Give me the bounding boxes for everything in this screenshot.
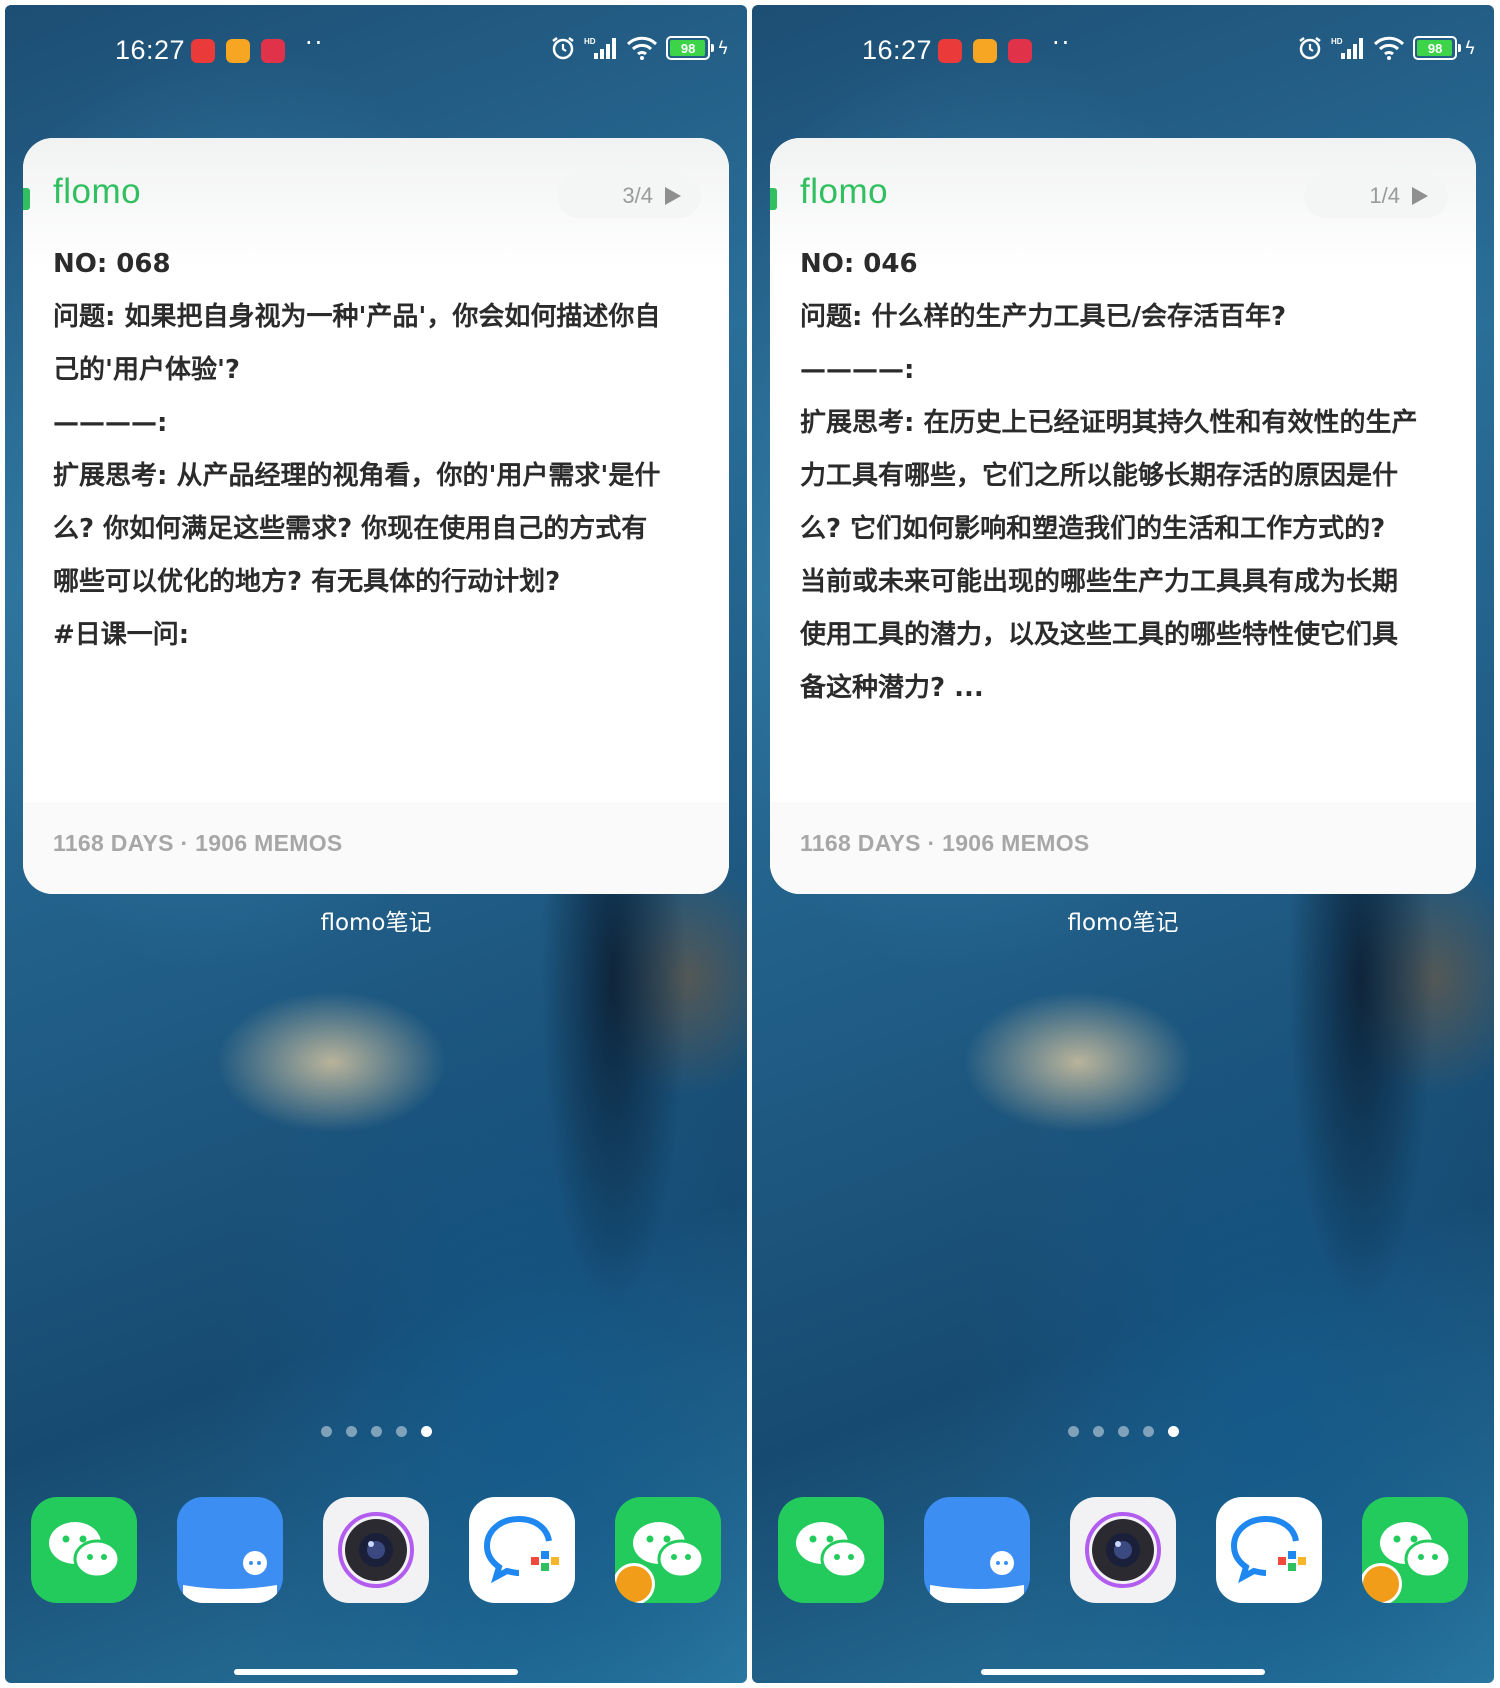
- page-dot[interactable]: [370, 1426, 382, 1437]
- feishu-icon[interactable]: [924, 1497, 1030, 1603]
- memo-line: ————:: [53, 408, 168, 438]
- wechat-icon[interactable]: [31, 1497, 137, 1603]
- memo-line: 扩展思考: 从产品经理的视角看，你的'用户需求'是什: [53, 461, 661, 491]
- pager-count: 1/4: [1369, 183, 1400, 208]
- page-dot[interactable]: [345, 1426, 357, 1437]
- app-notification-icon: [261, 39, 285, 63]
- page-indicator: [752, 1426, 1494, 1437]
- memo-line: 问题: 什么样的生产力工具已/会存活百年?: [800, 302, 1287, 332]
- memo-content: NO: 068 问题: 如果把自身视为一种'产品'，你会如何描述你自 己的'用户…: [53, 238, 689, 662]
- flomo-widget[interactable]: flomo 3/4 NO: 068 问题: 如果把自身视为一种'产品'，你会如何…: [23, 138, 729, 894]
- memo-line: NO: 046: [800, 249, 918, 279]
- page-dot[interactable]: [1092, 1426, 1104, 1437]
- flomo-widget[interactable]: flomo 1/4 NO: 046 问题: 什么样的生产力工具已/会存活百年? …: [770, 138, 1476, 894]
- widget-brand: flomo: [800, 172, 889, 211]
- widget-brand: flomo: [53, 172, 142, 211]
- play-next-icon: [665, 187, 681, 205]
- memo-line: ————:: [800, 355, 915, 385]
- svg-text:HD: HD: [1331, 37, 1343, 46]
- more-notifications-icon: ··: [305, 29, 325, 57]
- notes-notification-icon: [226, 39, 250, 63]
- page-dot[interactable]: [1117, 1426, 1129, 1437]
- page-indicator: [5, 1426, 747, 1437]
- app-dock: [31, 1497, 721, 1603]
- page-dot-active[interactable]: [1167, 1426, 1179, 1437]
- messenger-icon[interactable]: [1216, 1497, 1322, 1603]
- battery-icon: 98 ϟ: [666, 36, 729, 60]
- wechat-clone-icon[interactable]: [1362, 1497, 1468, 1603]
- camera-icon[interactable]: [323, 1497, 429, 1603]
- memo-line: 扩展思考: 在历史上已经证明其持久性和有效性的生产: [800, 408, 1418, 438]
- widget-label: flomo笔记: [320, 910, 432, 936]
- memo-line: 么? 你如何满足这些需求? 你现在使用自己的方式有: [53, 514, 648, 544]
- widget-pager-button[interactable]: 3/4: [557, 174, 701, 218]
- widget-footer: 1168 DAYS · 1906 MEMOS: [23, 802, 729, 894]
- svg-text:HD: HD: [584, 37, 596, 46]
- memo-line: 么? 它们如何影响和塑造我们的生活和工作方式的?: [800, 514, 1386, 544]
- clone-badge-icon: [1362, 1563, 1402, 1603]
- feishu-icon[interactable]: [177, 1497, 283, 1603]
- wechat-clone-icon[interactable]: [615, 1497, 721, 1603]
- messenger-icon[interactable]: [469, 1497, 575, 1603]
- play-next-icon: [1412, 187, 1428, 205]
- widget-stats: 1168 DAYS · 1906 MEMOS: [800, 830, 1090, 856]
- wechat-icon[interactable]: [778, 1497, 884, 1603]
- page-dot[interactable]: [1142, 1426, 1154, 1437]
- battery-level: 98: [680, 40, 696, 56]
- status-time: 16:27: [115, 35, 186, 65]
- status-time: 16:27: [862, 35, 933, 65]
- memo-line: 备这种潜力? ...: [800, 673, 984, 703]
- signal-icon: HD: [1331, 35, 1365, 61]
- page-dot[interactable]: [395, 1426, 407, 1437]
- memo-line: #日课一问:: [53, 620, 190, 650]
- memo-line: 问题: 如果把自身视为一种'产品'，你会如何描述你自: [53, 302, 661, 332]
- alarm-icon: [1297, 35, 1323, 61]
- charging-icon: ϟ: [717, 37, 729, 59]
- signal-icon: HD: [584, 35, 618, 61]
- activity-notification-icon: [938, 39, 962, 63]
- wifi-icon: [626, 35, 658, 61]
- widget-label: flomo笔记: [1067, 910, 1179, 936]
- pager-count: 3/4: [622, 183, 653, 208]
- battery-level: 98: [1427, 40, 1443, 56]
- phone-screen-left: 16:27 ·· HD 98 ϟ flomo 3/4 NO: 068 问题: 如…: [5, 5, 747, 1683]
- memo-line: 己的'用户体验'?: [53, 355, 241, 385]
- memo-line: 哪些可以优化的地方? 有无具体的行动计划?: [53, 567, 561, 597]
- phone-screen-right: 16:27 ·· HD 98 ϟ flomo 1/4 NO: 046 问题: 什…: [752, 5, 1494, 1683]
- memo-line: 当前或未来可能出现的哪些生产力工具具有成为长期: [800, 567, 1399, 597]
- home-indicator[interactable]: [981, 1669, 1265, 1675]
- activity-notification-icon: [191, 39, 215, 63]
- clone-badge-icon: [615, 1563, 655, 1603]
- status-bar: 16:27 ·· HD 98 ϟ: [752, 29, 1494, 73]
- camera-icon[interactable]: [1070, 1497, 1176, 1603]
- page-dot-active[interactable]: [420, 1426, 432, 1437]
- more-notifications-icon: ··: [1052, 29, 1072, 57]
- widget-pager-button[interactable]: 1/4: [1304, 174, 1448, 218]
- battery-icon: 98 ϟ: [1413, 36, 1476, 60]
- memo-line: 力工具有哪些，它们之所以能够长期存活的原因是什: [800, 461, 1399, 491]
- page-dot[interactable]: [320, 1426, 332, 1437]
- widget-accent-bar: [23, 188, 30, 210]
- charging-icon: ϟ: [1464, 37, 1476, 59]
- app-notification-icon: [1008, 39, 1032, 63]
- app-dock: [778, 1497, 1468, 1603]
- widget-footer: 1168 DAYS · 1906 MEMOS: [770, 802, 1476, 894]
- widget-stats: 1168 DAYS · 1906 MEMOS: [53, 830, 343, 856]
- alarm-icon: [550, 35, 576, 61]
- memo-content: NO: 046 问题: 什么样的生产力工具已/会存活百年? ————: 扩展思考…: [800, 238, 1436, 715]
- page-dot[interactable]: [1067, 1426, 1079, 1437]
- status-bar: 16:27 ·· HD 98 ϟ: [5, 29, 747, 73]
- home-indicator[interactable]: [234, 1669, 518, 1675]
- memo-line: 使用工具的潜力，以及这些工具的哪些特性使它们具: [800, 620, 1399, 650]
- wifi-icon: [1373, 35, 1405, 61]
- notes-notification-icon: [973, 39, 997, 63]
- widget-accent-bar: [770, 188, 777, 210]
- memo-line: NO: 068: [53, 249, 171, 279]
